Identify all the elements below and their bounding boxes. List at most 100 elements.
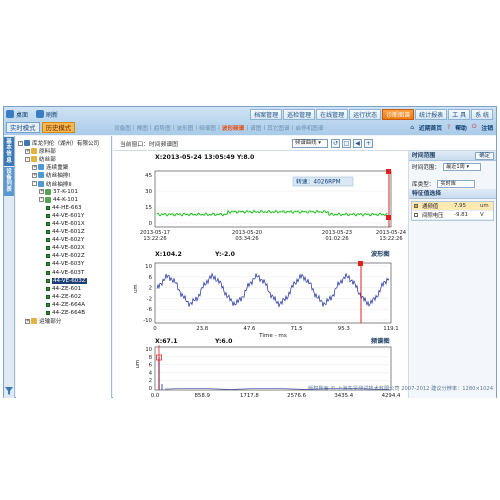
tree-node[interactable]: 44-VE-602Z: [16, 252, 111, 260]
recent-home-link[interactable]: 近期首页: [419, 123, 442, 132]
tree-node[interactable]: 44-VE-601Z: [16, 228, 111, 236]
tree-node[interactable]: + 运输部分: [16, 317, 111, 325]
tree-node[interactable]: 44-VE-601Y: [16, 212, 111, 220]
tree-node[interactable]: 44-VE-603Y: [16, 260, 111, 268]
measure-point-icon: [46, 254, 50, 259]
tree-node[interactable]: 44-ZE-664A: [16, 301, 111, 309]
db-type-select[interactable]: 实时库: [437, 179, 476, 188]
main-tab-3[interactable]: 运行状态: [349, 109, 382, 120]
main-tab-7[interactable]: 系 统: [471, 109, 493, 120]
tree-node[interactable]: 44-VE-602Y: [16, 236, 111, 244]
tree-node[interactable]: + 连续重聚: [16, 163, 111, 171]
tree-node[interactable]: 44-ZE-664B: [16, 309, 111, 317]
tree-node[interactable]: 44-ZE-602: [16, 293, 111, 301]
top-right-links: ⌂ 近期首页 ? 帮助 ⏻ 注销: [410, 123, 493, 132]
feature-row[interactable]: 通频值 7.95 um: [412, 202, 493, 211]
tree-node[interactable]: - 纺丝部: [16, 155, 111, 163]
subnav-item-5[interactable]: 波形频谱: [222, 124, 244, 132]
collapse-icon[interactable]: -: [25, 156, 30, 162]
tree-node[interactable]: - 库龙列伦（湖州）有限公司: [16, 139, 111, 147]
collapse-icon[interactable]: -: [39, 197, 44, 203]
help-icon[interactable]: ?: [447, 125, 450, 131]
db-type-row: 库类型： 实时库: [409, 178, 496, 189]
wave-x-tick: 23.8: [196, 326, 209, 332]
trend-cursor-handle[interactable]: [386, 169, 391, 174]
filter-icon[interactable]: [5, 387, 13, 395]
chart-tool-3-icon[interactable]: +: [364, 139, 373, 148]
tree-node[interactable]: +37-K-101: [16, 188, 111, 196]
subnav-separator: |: [246, 124, 249, 131]
tree-node-label: 原料部: [39, 149, 56, 156]
measure-point-icon: [46, 213, 50, 218]
measure-point-icon: [46, 238, 50, 243]
feature-name: 通频值: [422, 204, 439, 210]
measure-point-icon: [46, 294, 50, 299]
tree-node[interactable]: 44-HE-663: [16, 204, 111, 212]
topnav-label: 桌面: [16, 111, 29, 119]
expand-icon[interactable]: +: [25, 318, 30, 324]
main-tab-2[interactable]: 在线管理: [316, 109, 349, 120]
vtab-basic-info[interactable]: 基本信息: [4, 137, 14, 166]
vtab-device-list[interactable]: 设备列表: [4, 166, 14, 196]
main-tab-6[interactable]: 工 具: [448, 109, 471, 120]
subnav-item-8[interactable]: 启停机图谱: [296, 124, 324, 132]
subnav-separator: |: [291, 124, 294, 131]
wave-cursor-x: X:104.2: [155, 251, 182, 258]
tree-node-label: 44-VE-601Z: [52, 229, 85, 236]
confirm-button[interactable]: 确定: [475, 152, 494, 160]
chart-tool-0-icon[interactable]: ↺: [331, 139, 340, 148]
collapse-icon[interactable]: -: [18, 140, 23, 146]
main-tab-1[interactable]: 巡检管理: [283, 109, 316, 120]
chart-tool-2-icon[interactable]: ◀: [353, 139, 362, 148]
feature-value: 7.95: [454, 203, 467, 209]
main-tab-0[interactable]: 档案管理: [250, 109, 283, 120]
subnav-item-6[interactable]: 谱图: [250, 124, 261, 132]
expand-icon[interactable]: +: [25, 148, 30, 154]
expand-icon[interactable]: +: [32, 172, 37, 178]
main-tab-4[interactable]: 诊断图谱: [382, 109, 415, 120]
home-icon[interactable]: ⌂: [410, 125, 414, 131]
spectrum-cursor-x: X:67.1: [155, 338, 178, 345]
expand-icon[interactable]: +: [32, 164, 37, 170]
feature-checkbox[interactable]: [414, 213, 418, 217]
tree-node[interactable]: 44-VE-602X: [16, 244, 111, 252]
feature-row[interactable]: 间隙电压 -9.81 V: [412, 211, 493, 220]
logout-link[interactable]: 注销: [481, 123, 493, 132]
topnav-item-0[interactable]: 桌面: [6, 110, 28, 119]
expand-icon[interactable]: +: [39, 189, 44, 195]
tree-node[interactable]: 44-VE-601X: [16, 220, 111, 228]
collapse-icon[interactable]: -: [32, 181, 37, 187]
wave-cursor-handle[interactable]: [358, 261, 363, 266]
tree-node[interactable]: + 原料部: [16, 147, 111, 155]
time-range-select[interactable]: 最近1周 ▾: [442, 162, 481, 171]
subnav-separator: |: [132, 124, 135, 131]
logout-icon[interactable]: ⏻: [472, 124, 477, 131]
subnav-item-3[interactable]: 波形图: [176, 124, 193, 132]
feature-checkbox[interactable]: [414, 204, 418, 208]
help-link[interactable]: 帮助: [455, 123, 467, 132]
tree-node[interactable]: - 纺丝抽排II: [16, 179, 111, 188]
tree-node[interactable]: 44-ZE-601: [16, 285, 111, 293]
subnav-item-0[interactable]: 设备图: [114, 124, 131, 132]
subnav-item-7[interactable]: 其它图谱: [267, 124, 289, 132]
subnav-item-1[interactable]: 棒图: [137, 124, 148, 132]
content-toolbar: 当前窗口：时间频谱图 频谱曲线 ▾ ↺ □ ◀ +: [113, 136, 496, 151]
spectrum-plot-area[interactable]: [154, 346, 392, 391]
main-tab-5[interactable]: 统计报表: [415, 109, 448, 120]
tree-node[interactable]: + 纺丝抽排I: [16, 171, 111, 179]
tree-node[interactable]: 44-VE-603Z: [16, 277, 111, 285]
wave-plot-area[interactable]: [154, 262, 392, 324]
charts-svg: X:2013-05-24 13:05:49 Y:8.045301502013-0…: [133, 154, 406, 398]
subnav-item-2[interactable]: 趋势图: [154, 124, 171, 132]
tree-node[interactable]: - 44-K-101: [16, 196, 111, 204]
chart-tool-1-icon[interactable]: □: [342, 139, 351, 148]
tree-node[interactable]: 44-VE-603T: [16, 269, 111, 277]
view-select[interactable]: 频谱曲线 ▾: [292, 139, 328, 148]
trend-plot-area[interactable]: [154, 170, 392, 228]
wave-y-tick: 6: [149, 275, 153, 281]
mode-tab-1[interactable]: 历史模式: [41, 122, 76, 133]
topnav-item-1[interactable]: 刷新: [36, 110, 58, 119]
subnav-item-4[interactable]: 频谱图: [199, 124, 216, 132]
wave-x-tick: 0: [153, 326, 157, 332]
mode-tab-0[interactable]: 实时模式: [6, 122, 40, 133]
